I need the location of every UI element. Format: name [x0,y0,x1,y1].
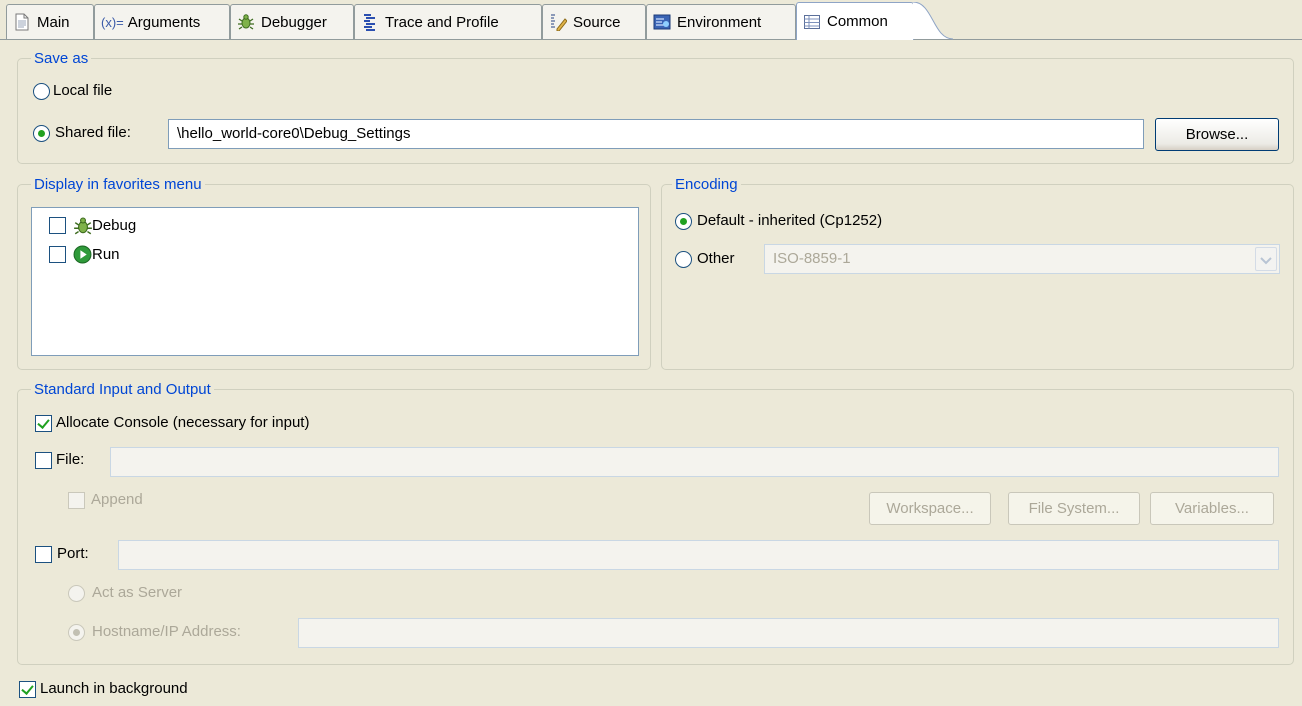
favorites-list[interactable]: Debug Run [31,207,639,356]
tab-bar-divider [0,39,1302,40]
variable-icon: (x)= [101,14,124,30]
workspace-button[interactable]: Workspace... [869,492,991,525]
shared-file-label: Shared file: [55,124,131,141]
allocate-console-label: Allocate Console (necessary for input) [56,414,310,431]
encoding-default-label: Default - inherited (Cp1252) [697,212,883,229]
append-label: Append [91,491,143,508]
port-checkbox[interactable] [35,546,52,563]
tab-trace-and-profile[interactable]: Trace and Profile [354,4,542,39]
tab-label: Common [827,13,888,30]
encoding-legend: Encoding [672,176,741,194]
file-label: File: [56,451,85,468]
hostname-label: Hostname/IP Address: [92,623,241,640]
favorite-run-checkbox[interactable] [49,246,66,263]
allocate-console-checkbox[interactable] [35,415,52,432]
document-icon [15,13,29,31]
trace-icon [364,14,375,31]
file-system-button[interactable]: File System... [1008,492,1140,525]
port-input[interactable] [118,540,1279,570]
run-icon [73,245,92,264]
bug-icon [238,14,254,30]
local-file-label: Local file [53,82,113,99]
favorite-debug-label: Debug [92,217,137,234]
tab-label: Arguments [127,13,201,31]
tab-label: Source [573,13,621,31]
file-input[interactable] [110,447,1279,477]
shared-file-radio[interactable] [33,125,50,142]
source-icon [551,14,567,31]
tab-label: Trace and Profile [385,13,499,31]
port-label: Port: [57,545,89,562]
tab-arguments[interactable]: (x)= Arguments [94,4,230,39]
encoding-other-label: Other [697,250,735,267]
favorites-legend: Display in favorites menu [31,176,205,194]
tab-common[interactable]: Common [796,2,914,40]
tab-label: Main [37,13,70,31]
shared-file-input[interactable]: \hello_world-core0\Debug_Settings [168,119,1144,149]
table-icon [804,14,820,29]
bug-icon [74,217,92,235]
encoding-other-radio[interactable] [675,251,692,268]
file-checkbox[interactable] [35,452,52,469]
save-as-legend: Save as [31,50,92,68]
browse-button[interactable]: Browse... [1155,118,1279,151]
tab-bar: Main (x)= Arguments Debugger Trace and P… [0,0,1302,40]
encoding-select[interactable]: ISO-8859-1 [764,244,1280,274]
append-checkbox[interactable] [68,492,85,509]
favorite-debug-checkbox[interactable] [49,217,66,234]
favorite-run-label: Run [92,246,120,263]
environment-icon [653,14,671,30]
launch-background-checkbox[interactable] [19,681,36,698]
hostname-radio[interactable] [68,624,85,641]
chevron-down-icon[interactable] [1255,247,1277,271]
hostname-input[interactable] [298,618,1279,648]
encoding-default-radio[interactable] [675,213,692,230]
encoding-select-value: ISO-8859-1 [773,250,851,267]
launch-background-label: Launch in background [40,680,188,697]
local-file-radio[interactable] [33,83,50,100]
tab-label: Environment [677,13,762,31]
act-as-server-label: Act as Server [92,584,183,601]
tab-debugger[interactable]: Debugger [230,4,354,39]
stdio-legend: Standard Input and Output [31,381,214,399]
tab-source[interactable]: Source [542,4,646,39]
act-as-server-radio[interactable] [68,585,85,602]
tab-curve [913,2,953,40]
tab-environment[interactable]: Environment [646,4,796,39]
variables-button[interactable]: Variables... [1150,492,1274,525]
tab-main[interactable]: Main [6,4,94,39]
tab-label: Debugger [261,13,327,31]
